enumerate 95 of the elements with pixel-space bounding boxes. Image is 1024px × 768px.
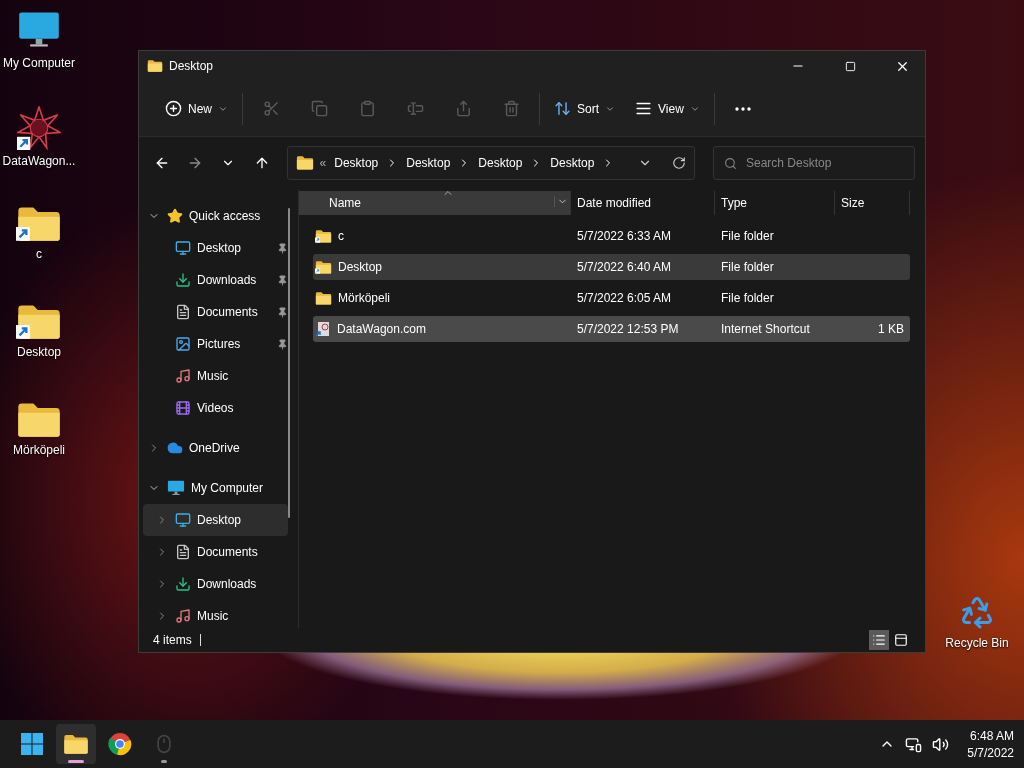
file-row[interactable]: Mörköpeli 5/7/2022 6:05 AM File folder [313,285,910,311]
breadcrumb[interactable]: Desktop [332,156,381,170]
breadcrumb[interactable]: Desktop [548,156,597,170]
file-size: 1 KB [877,322,905,336]
search-field[interactable]: Search Desktop [713,146,915,180]
column-header[interactable]: Type [715,191,835,215]
sort-icon [554,100,571,117]
folder-icon [63,732,89,756]
nav-item[interactable]: Desktop [143,504,288,536]
view-button[interactable]: View [627,91,708,126]
star-icon [167,208,183,224]
breadcrumb[interactable]: Desktop [404,156,453,170]
desktop-icon-label[interactable]: c [36,247,42,262]
file-type: Internet Shortcut [720,322,811,336]
file-type: File folder [720,260,775,274]
volume-icon[interactable] [932,735,950,753]
item-count: 4 items [153,633,192,647]
music-icon [175,368,191,384]
file-name: Mörköpeli [338,291,391,305]
file-row[interactable]: DataWagon.com 5/7/2022 12:53 PM Internet Shortcut 1 KB [313,316,910,342]
nav-item[interactable]: Quick access [143,200,288,232]
download-icon [175,272,191,288]
desktop-icon [175,240,191,256]
folder-icon [295,155,314,171]
document-icon [175,304,191,320]
rename-icon [406,100,424,117]
cut-icon [262,100,280,117]
view-icon [635,100,653,117]
file-row[interactable]: Desktop 5/7/2022 6:40 AM File folder [313,254,910,280]
sort-button[interactable]: Sort [546,91,624,126]
network-icon[interactable] [905,735,923,753]
nav-item[interactable]: Music [143,600,288,628]
file-name: DataWagon.com [337,322,426,336]
nav-item[interactable]: Documents [143,536,288,568]
column-header[interactable]: Date modified [571,191,715,215]
nav-item[interactable]: Pictures [143,328,288,360]
copy-icon [310,100,328,117]
mouse-icon [154,734,174,754]
scrollbar[interactable] [288,208,290,518]
details-view-button[interactable] [869,630,889,650]
date-modified: 5/7/2022 6:40 AM [576,260,673,274]
window-title: Desktop [169,59,215,73]
overflow-chevron[interactable]: « [319,156,327,170]
breadcrumb[interactable]: Desktop [476,156,525,170]
document-icon [175,544,191,560]
more-icon [734,106,751,111]
nav-item[interactable]: Desktop [143,232,288,264]
recycle-bin-icon[interactable] [959,594,995,630]
nav-item[interactable]: Videos [143,392,288,424]
desktop-icon-label[interactable]: Desktop [17,345,61,360]
desktop-icon-label[interactable]: DataWagon... [2,154,76,168]
nav-item[interactable]: Downloads [143,264,288,296]
plus-icon [165,100,182,117]
cloud-icon [167,440,183,456]
column-header[interactable]: Size [835,191,910,215]
nav-item[interactable]: Documents [143,296,288,328]
delete-icon [502,100,520,117]
address-bar[interactable]: « Desktop Desktop Desktop Desktop [286,146,695,180]
search-icon [724,157,737,170]
nav-item[interactable]: My Computer [143,472,288,504]
file-row[interactable]: c 5/7/2022 6:33 AM File folder [313,223,910,249]
nav-item[interactable]: Downloads [143,568,288,600]
desktop-icon-label[interactable]: My Computer [3,56,75,70]
new-button[interactable]: New [157,91,236,126]
share-icon [454,100,472,117]
time-text: 6:48 AM [969,728,1014,743]
date-modified: 5/7/2022 12:53 PM [576,322,680,336]
clock[interactable]: 6:48 AM 5/7/2022 [967,728,1014,760]
computer-icon [167,479,185,497]
desktop-icon-label[interactable]: Mörköpeli [13,443,65,458]
maximize-icon [844,60,856,72]
file-type: File folder [720,229,775,243]
file-name: Desktop [338,260,383,274]
taskbar-app[interactable] [56,724,96,764]
desktop-icon [175,512,191,528]
paste-icon [358,100,376,117]
date-text: 5/7/2022 [967,745,1014,760]
tiles-icon [894,633,908,647]
desktop-icon-label[interactable]: Recycle Bin [945,636,1009,650]
file-name: c [338,229,344,243]
music-icon [175,608,191,624]
start-icon [20,732,44,756]
date-modified: 5/7/2022 6:05 AM [576,291,673,305]
download-icon [175,576,191,592]
nav-item[interactable]: OneDrive [143,432,288,464]
picture-icon [175,336,191,352]
nav-item[interactable]: Music [143,360,288,392]
folder-icon [147,59,163,73]
details-icon [872,633,886,647]
browser-icon [108,732,132,756]
file-type: File folder [720,291,775,305]
video-icon [175,400,191,416]
refresh-icon[interactable] [672,156,686,170]
column-header[interactable]: Name [299,191,571,215]
date-modified: 5/7/2022 6:33 AM [576,229,673,243]
